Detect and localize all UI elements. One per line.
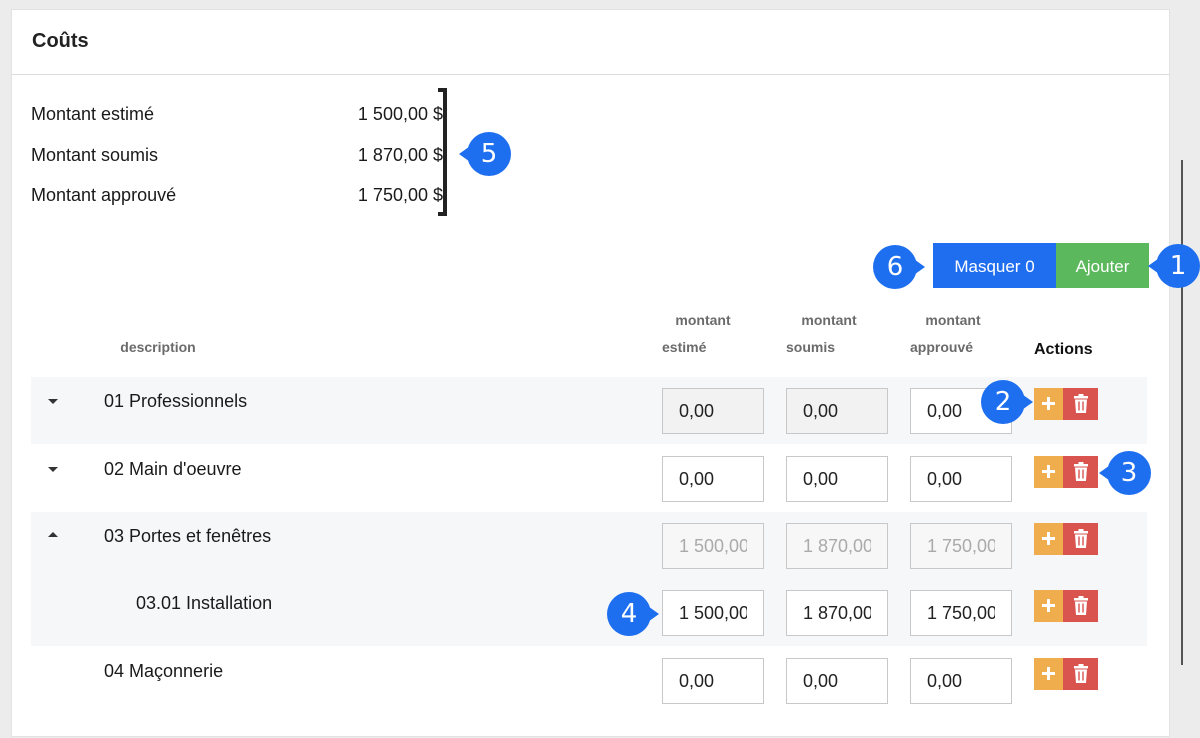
header-estimated-line1: montant	[675, 312, 731, 328]
add-subitem-button[interactable]	[1034, 456, 1063, 488]
callout-marker: 2	[981, 380, 1033, 424]
caret-down-icon[interactable]	[48, 467, 58, 472]
summary-submitted: Montant soumis 1 870,00 $	[31, 142, 443, 168]
trash-icon	[1074, 529, 1088, 548]
trash-icon	[1074, 596, 1088, 615]
delete-button[interactable]	[1063, 388, 1098, 420]
caret-up-icon[interactable]	[48, 532, 58, 537]
delete-button[interactable]	[1063, 456, 1098, 488]
summary-value: 1 870,00 $	[357, 145, 443, 165]
add-button[interactable]: Ajouter	[1056, 243, 1149, 288]
delete-button[interactable]	[1063, 523, 1098, 555]
row-label: 04 Maçonnerie	[104, 661, 224, 681]
delete-button[interactable]	[1063, 590, 1098, 622]
callout-marker: 3	[1099, 451, 1151, 495]
submitted-amount-input[interactable]	[786, 456, 888, 502]
estimated-amount-input[interactable]	[662, 388, 764, 434]
header-estimated: montant estimé	[647, 307, 759, 361]
callout-marker: 4	[607, 592, 659, 636]
header-approved-line1: montant	[925, 312, 981, 328]
summary-label: Montant approuvé	[31, 185, 177, 205]
table-row: 02 Main d'oeuvre	[31, 445, 1147, 512]
table-row: 04 Maçonnerie	[31, 647, 1147, 714]
header-submitted: montant soumis	[771, 307, 887, 361]
panel-header: Coûts	[12, 10, 1169, 75]
estimated-amount-input[interactable]	[662, 523, 764, 569]
caret-down-icon[interactable]	[48, 399, 58, 404]
plus-icon	[1042, 465, 1055, 478]
row-label: 02 Main d'oeuvre	[104, 459, 242, 479]
submitted-amount-input[interactable]	[786, 523, 888, 569]
plus-icon	[1042, 532, 1055, 545]
summary-label: Montant soumis	[31, 145, 159, 165]
estimated-amount-input[interactable]	[662, 456, 764, 502]
summary-value: 1 500,00 $	[357, 104, 443, 124]
approved-amount-input[interactable]	[910, 523, 1012, 569]
hide-button[interactable]: Masquer 0	[933, 243, 1056, 288]
header-submitted-line2: soumis	[786, 339, 836, 355]
callout-marker: 1	[1148, 244, 1200, 288]
summary-bracket	[438, 88, 447, 216]
plus-icon	[1042, 397, 1055, 410]
submitted-amount-input[interactable]	[786, 658, 888, 704]
plus-icon	[1042, 599, 1055, 612]
row-label: 03.01 Installation	[136, 593, 273, 613]
add-subitem-button[interactable]	[1034, 523, 1063, 555]
header-actions: Actions	[1034, 341, 1093, 358]
add-subitem-button[interactable]	[1034, 388, 1063, 420]
add-subitem-button[interactable]	[1034, 590, 1063, 622]
summary-estimated: Montant estimé 1 500,00 $	[31, 101, 443, 127]
trash-icon	[1074, 394, 1088, 413]
callout-marker: 6	[873, 245, 925, 289]
plus-icon	[1042, 667, 1055, 680]
table-row: 03 Portes et fenêtres	[31, 512, 1147, 579]
add-subitem-button[interactable]	[1034, 658, 1063, 690]
header-submitted-line1: montant	[801, 312, 857, 328]
submitted-amount-input[interactable]	[786, 388, 888, 434]
delete-button[interactable]	[1063, 658, 1098, 690]
panel-title: Coûts	[32, 30, 89, 52]
table-row: 03.01 Installation	[31, 579, 1147, 646]
estimated-amount-input[interactable]	[662, 658, 764, 704]
summary-label: Montant estimé	[31, 104, 155, 124]
row-label: 03 Portes et fenêtres	[104, 526, 272, 546]
table-row: 01 Professionnels	[31, 377, 1147, 444]
trash-icon	[1074, 664, 1088, 683]
approved-amount-input[interactable]	[910, 658, 1012, 704]
row-label: 01 Professionnels	[104, 391, 248, 411]
header-description: description	[120, 339, 196, 355]
trash-icon	[1074, 462, 1088, 481]
header-estimated-line2: estimé	[662, 339, 707, 355]
scrollbar[interactable]	[1181, 160, 1183, 665]
submitted-amount-input[interactable]	[786, 590, 888, 636]
summary-value: 1 750,00 $	[357, 185, 443, 205]
header-approved: montant approuvé	[895, 307, 1011, 361]
estimated-amount-input[interactable]	[662, 590, 764, 636]
header-approved-line2: approuvé	[910, 339, 974, 355]
callout-marker: 5	[459, 132, 511, 176]
approved-amount-input[interactable]	[910, 456, 1012, 502]
summary-approved: Montant approuvé 1 750,00 $	[31, 182, 443, 208]
approved-amount-input[interactable]	[910, 590, 1012, 636]
